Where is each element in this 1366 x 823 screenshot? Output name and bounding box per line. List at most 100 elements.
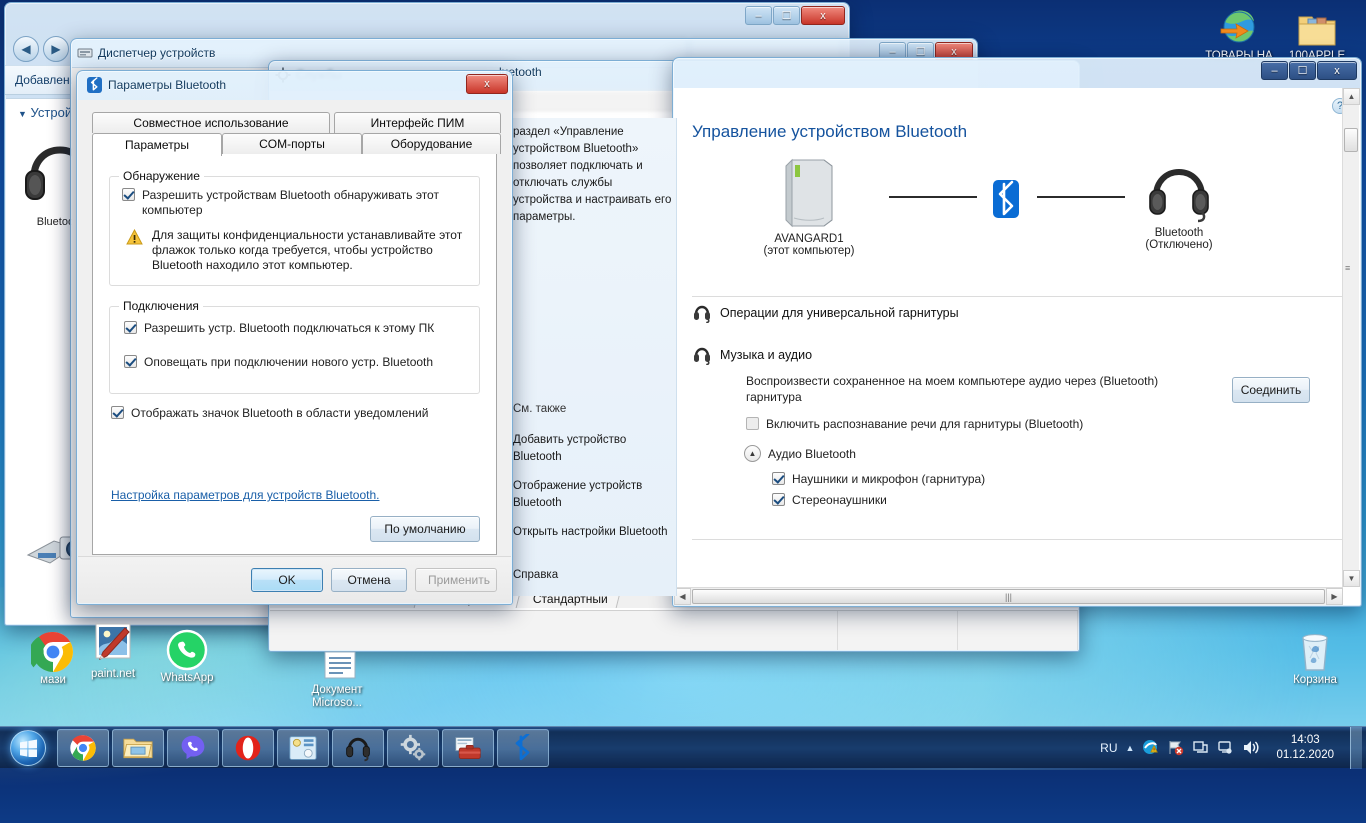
- section-header: Музыка и аудио: [692, 335, 1342, 373]
- warning-icon: [126, 229, 143, 245]
- bluetooth-icon: [87, 77, 102, 93]
- recycle-bin-icon: [1270, 628, 1360, 674]
- chevron-up-icon[interactable]: ▲: [744, 445, 761, 462]
- sidebar-link-help[interactable]: Справка: [513, 567, 672, 584]
- checkbox-allow-discovery[interactable]: Разрешить устройствам Bluetooth обнаружи…: [122, 188, 467, 218]
- forward-button[interactable]: ▶: [43, 36, 69, 62]
- system-tray[interactable]: RU ▲ 14:03 01.12.2020: [1100, 726, 1366, 769]
- close-button[interactable]: x: [466, 74, 508, 94]
- checkbox-stereo-headphones[interactable]: Стереонаушники: [772, 493, 1232, 507]
- checkbox-show-tray-icon[interactable]: Отображать значок Bluetooth в области ув…: [111, 406, 484, 420]
- expander-bluetooth-audio[interactable]: ▲ Аудио Bluetooth: [744, 445, 1232, 462]
- diagram-node-device: Bluetooth (Отключено): [1094, 156, 1264, 251]
- checkbox-label: Оповещать при подключении нового устр. B…: [144, 355, 434, 369]
- taskbar-button-bluetooth[interactable]: [497, 728, 549, 767]
- close-button[interactable]: x: [801, 6, 845, 25]
- internet-explorer-warning-icon[interactable]: [1142, 739, 1159, 756]
- window-buttons[interactable]: x: [466, 74, 508, 94]
- desktop-icon-tovary-na[interactable]: ТОВАРЫ НА: [1194, 4, 1284, 63]
- start-button[interactable]: [2, 728, 54, 768]
- tab-pim-interface[interactable]: Интерфейс ПИМ: [334, 112, 501, 133]
- tab-sharing[interactable]: Совместное использование: [92, 112, 330, 133]
- checkbox-label: Отображать значок Bluetooth в области ув…: [131, 406, 429, 420]
- section-divider: [692, 539, 1342, 540]
- horizontal-scrollbar[interactable]: ◀ ||| ▶: [674, 587, 1343, 605]
- bluetooth-device-settings-link[interactable]: Настройка параметров для устройств Bluet…: [111, 488, 380, 502]
- tab-hardware[interactable]: Оборудование: [362, 133, 501, 154]
- titlebar[interactable]: luetooth – ☐ x: [499, 58, 1361, 86]
- taskbar[interactable]: RU ▲ 14:03 01.12.2020: [0, 726, 1366, 769]
- network-icon[interactable]: [1192, 739, 1209, 756]
- scroll-right-arrow[interactable]: ▶: [1326, 588, 1343, 605]
- checkbox-box[interactable]: [111, 406, 124, 419]
- cancel-button[interactable]: Отмена: [331, 568, 407, 592]
- sidebar-link-add-device[interactable]: Добавить устройство Bluetooth: [513, 432, 672, 466]
- bluetooth-control-body: ? Управление устройством Bluetooth AVANG…: [674, 88, 1360, 605]
- maximize-button[interactable]: ☐: [773, 6, 800, 25]
- checkbox-box[interactable]: [122, 188, 135, 201]
- desktop-icon-label: Документ Microso...: [311, 684, 363, 709]
- taskbar-button-explorer[interactable]: [112, 728, 164, 767]
- clock[interactable]: 14:03 01.12.2020: [1268, 733, 1342, 763]
- taskbar-button-opera[interactable]: [222, 728, 274, 767]
- checkbox-box[interactable]: [124, 355, 137, 368]
- tab-panel-parameters: Обнаружение Разрешить устройствам Blueto…: [92, 154, 497, 555]
- taskbar-button-device-manager[interactable]: [442, 728, 494, 767]
- desktop-icon-word-document[interactable]: Документ Microso...: [295, 638, 385, 710]
- whatsapp-icon: [142, 626, 232, 672]
- checkbox-allow-connect[interactable]: Разрешить устр. Bluetooth подключаться к…: [124, 321, 467, 335]
- desktop-icon-100apple[interactable]: 100APPLE: [1272, 4, 1362, 63]
- tab-strip[interactable]: Совместное использование Интерфейс ПИМ П…: [92, 112, 501, 156]
- checkbox-notify-connect[interactable]: Оповещать при подключении нового устр. B…: [124, 355, 467, 369]
- taskbar-button-chrome[interactable]: [57, 728, 109, 767]
- taskbar-button-control-panel[interactable]: [277, 728, 329, 767]
- dialog-bluetooth-settings[interactable]: Параметры Bluetooth x Совместное использ…: [76, 70, 513, 605]
- diagram-computer-sub: (этот компьютер): [763, 245, 855, 257]
- page-title: Управление устройством Bluetooth: [692, 122, 968, 141]
- scroll-thumb[interactable]: [1344, 128, 1358, 152]
- checkbox-box[interactable]: [772, 493, 785, 506]
- titlebar[interactable]: Параметры Bluetooth x: [77, 71, 512, 99]
- scroll-down-arrow[interactable]: ▼: [1343, 570, 1360, 587]
- window-buttons[interactable]: – ☐ x: [745, 6, 845, 25]
- action-center-flag-icon[interactable]: [1167, 739, 1184, 756]
- section-header: Операции для универсальной гарнитуры: [692, 297, 1342, 331]
- back-button[interactable]: ◀: [13, 36, 39, 62]
- diagram-node-computer: AVANGARD1 (этот компьютер): [724, 156, 894, 257]
- checkbox-box[interactable]: [124, 321, 137, 334]
- desktop-icon-recycle-bin[interactable]: Корзина: [1270, 628, 1360, 687]
- close-button[interactable]: x: [1317, 61, 1357, 80]
- minimize-button[interactable]: –: [1261, 61, 1288, 80]
- titlebar[interactable]: – ☐ x: [5, 3, 849, 33]
- checkbox-box[interactable]: [746, 417, 759, 430]
- taskbar-button-services[interactable]: [387, 728, 439, 767]
- sidebar-link-open-settings[interactable]: Открыть настройки Bluetooth: [513, 524, 672, 541]
- section-title: Операции для универсальной гарнитуры: [720, 306, 959, 320]
- language-indicator[interactable]: RU: [1100, 741, 1117, 755]
- sidebar-link-show-devices[interactable]: Отображение устройств Bluetooth: [513, 478, 672, 512]
- connect-button[interactable]: Соединить: [1232, 377, 1310, 403]
- maximize-button[interactable]: ☐: [1289, 61, 1316, 80]
- tab-com-ports[interactable]: COM-порты: [222, 133, 362, 154]
- show-desktop-button[interactable]: [1350, 726, 1362, 769]
- ok-button[interactable]: OK: [251, 568, 323, 592]
- vertical-scrollbar[interactable]: ▲ ≡ ▼: [1342, 88, 1360, 587]
- minimize-button[interactable]: –: [745, 6, 772, 25]
- tab-parameters[interactable]: Параметры: [92, 133, 222, 156]
- show-hidden-icons-icon[interactable]: ▲: [1126, 743, 1135, 753]
- checkbox-box[interactable]: [772, 472, 785, 485]
- checkbox-speech-recognition[interactable]: Включить распознавание речи для гарнитур…: [746, 417, 1232, 431]
- headphones-icon: [1149, 168, 1209, 223]
- checkbox-headphones-mic[interactable]: Наушники и микрофон (гарнитура): [772, 472, 1232, 486]
- window-buttons[interactable]: – ☐ x: [1261, 61, 1357, 80]
- taskbar-button-viber[interactable]: [167, 728, 219, 767]
- desktop-icon-whatsapp[interactable]: WhatsApp: [142, 626, 232, 685]
- folder-icon: [123, 738, 153, 758]
- scroll-up-arrow[interactable]: ▲: [1343, 88, 1360, 105]
- volume-icon[interactable]: [1242, 739, 1260, 756]
- defaults-button[interactable]: По умолчанию: [370, 516, 480, 542]
- display-icon[interactable]: [1217, 739, 1234, 756]
- taskbar-button-bluetooth-headset[interactable]: [332, 728, 384, 767]
- scroll-thumb[interactable]: |||: [692, 589, 1325, 604]
- window-bluetooth-device-control[interactable]: luetooth – ☐ x ? Управление устройством …: [499, 57, 1362, 607]
